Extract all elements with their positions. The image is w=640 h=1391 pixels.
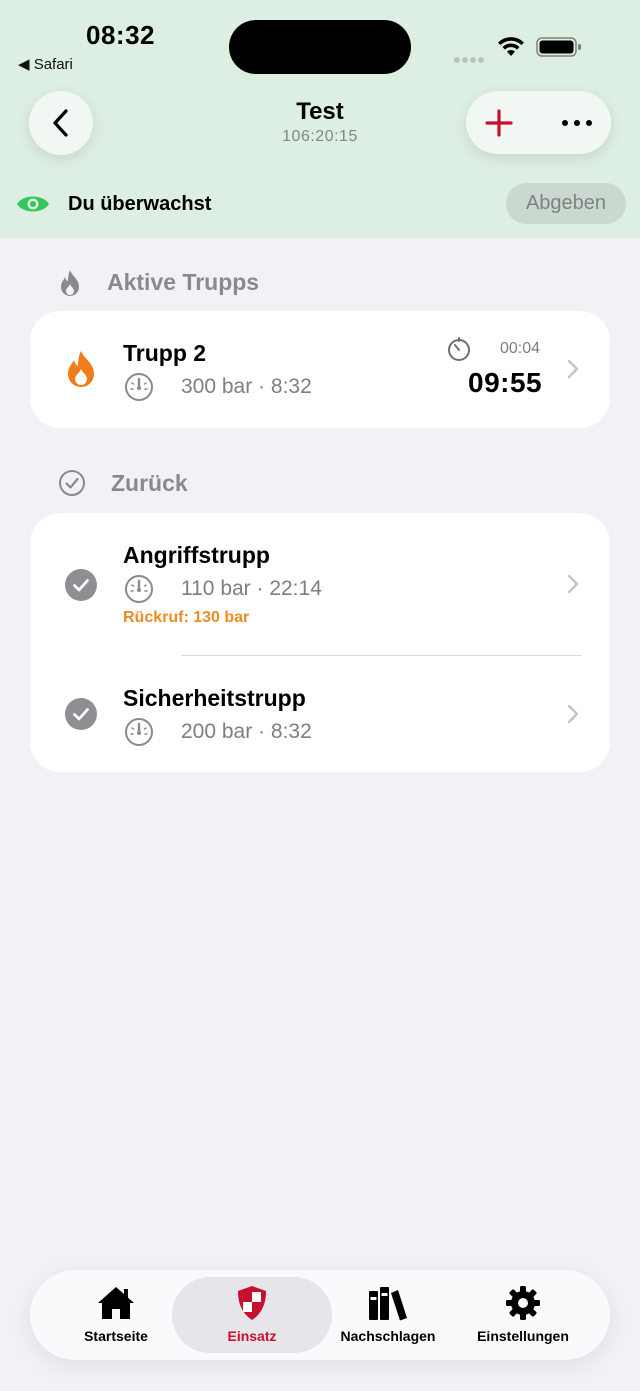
pressure-gauge-icon (125, 718, 153, 746)
section-title-active: Aktive Trupps (107, 269, 260, 295)
hand-over-button[interactable]: Abgeben (506, 183, 626, 224)
tab-einsatz[interactable]: Einsatz (172, 1270, 332, 1360)
monitoring-bar: Du überwachst Abgeben (0, 180, 640, 228)
tab-einstellungen[interactable]: Einstellungen (456, 1270, 590, 1360)
tab-label: Einstellungen (477, 1328, 569, 1344)
ellipsis-icon (562, 120, 592, 126)
tab-label: Nachschlagen (340, 1328, 436, 1344)
chevron-right-icon (567, 359, 579, 379)
pressure-gauge-icon (125, 575, 153, 603)
tab-label: Startseite (84, 1328, 148, 1344)
timer-icon (448, 337, 470, 361)
section-header-returned: Zurück (0, 463, 640, 503)
list-item-sicherheitstrupp[interactable]: Sicherheitstrupp 200 bar · 8:32 (30, 656, 610, 772)
list-item-trupp-2[interactable]: Trupp 2 300 bar · 8:32 00:04 09:55 (30, 311, 610, 428)
trupp-name: Sicherheitstrupp (123, 685, 306, 711)
books-icon (369, 1287, 407, 1321)
add-button[interactable] (480, 104, 518, 142)
trupp-name: Angriffstrupp (123, 542, 270, 568)
trupp-pressure-time: 200 bar · 8:32 (181, 720, 312, 743)
eye-icon (17, 196, 49, 212)
pressure-gauge-icon (125, 373, 153, 401)
returned-trupps-card: Angriffstrupp 110 bar · 22:14 Rückruf: 1… (30, 513, 610, 772)
header-area: 08:32 ◀ Safari Test 106:20:15 Du überwac… (0, 0, 640, 238)
cellular-signal-icon (454, 50, 486, 68)
tab-startseite[interactable]: Startseite (44, 1270, 188, 1360)
flame-icon (61, 270, 79, 296)
timer-small: 00:04 (500, 340, 541, 357)
gear-icon (506, 1286, 540, 1320)
checkmark-circle-icon (59, 470, 85, 496)
shield-icon (238, 1286, 266, 1320)
trupp-pressure-time: 110 bar · 22:14 (181, 577, 322, 600)
list-item-angriffstrupp[interactable]: Angriffstrupp 110 bar · 22:14 Rückruf: 1… (30, 513, 610, 655)
active-trupps-card: Trupp 2 300 bar · 8:32 00:04 09:55 (30, 311, 610, 428)
chevron-right-icon (567, 574, 579, 594)
recall-warning: Rückruf: 130 bar (123, 609, 250, 626)
trupp-name: Trupp 2 (123, 340, 207, 366)
action-buttons-group (466, 91, 611, 154)
section-title-returned: Zurück (111, 470, 188, 496)
checkmark-circle-filled-icon (65, 569, 97, 601)
trupp-pressure-time: 300 bar · 8:32 (181, 375, 312, 398)
section-header-active: Aktive Trupps (0, 262, 640, 302)
timer-countdown: 09:55 (468, 367, 543, 398)
checkmark-circle-filled-icon (65, 698, 97, 730)
monitoring-label: Du überwachst (68, 193, 212, 215)
flame-icon (68, 351, 94, 387)
plus-icon (485, 109, 513, 137)
more-button[interactable] (558, 104, 596, 142)
dynamic-island (229, 20, 411, 74)
house-icon (98, 1287, 134, 1319)
wifi-icon (496, 36, 526, 63)
tab-nachschlagen[interactable]: Nachschlagen (320, 1270, 456, 1360)
battery-icon (536, 37, 582, 62)
chevron-right-icon (567, 704, 579, 724)
status-time: 08:32 (86, 20, 155, 50)
back-to-safari-link[interactable]: ◀ Safari (18, 55, 73, 73)
tab-bar: Startseite Einsatz Nachschlagen Einstell… (30, 1270, 610, 1360)
tab-label: Einsatz (227, 1328, 277, 1344)
